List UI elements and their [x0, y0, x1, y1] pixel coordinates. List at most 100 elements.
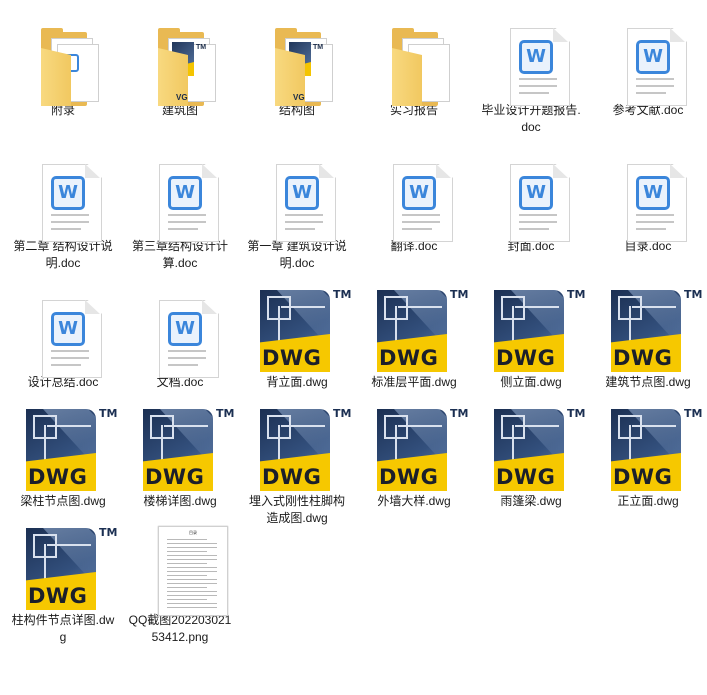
- preview-row: [167, 563, 207, 564]
- word-badge-icon: W: [402, 176, 436, 210]
- text-line: [636, 214, 674, 216]
- text-line: [168, 364, 198, 366]
- preview-row: [167, 587, 207, 588]
- dwg-line: [47, 425, 91, 427]
- word-document-icon: W: [241, 146, 353, 242]
- dwg-line: [515, 425, 559, 427]
- dwg-badge-text: DWG: [262, 346, 322, 370]
- text-line: [402, 221, 440, 223]
- dwg-badge-text: DWG: [613, 346, 673, 370]
- dwg-file-icon: DWG TM: [241, 282, 353, 374]
- file-item[interactable]: DWG TM 建筑节点图.dwg: [592, 282, 704, 391]
- file-item[interactable]: DWG TM 梁柱节点图.dwg: [7, 401, 119, 510]
- word-document-icon: W: [475, 10, 587, 106]
- text-line: [285, 214, 323, 216]
- file-item[interactable]: DWG TM 埋入式刚性柱脚构造成图.dwg: [241, 401, 353, 527]
- file-item[interactable]: W 毕业设计开题报告.doc: [475, 10, 587, 136]
- word-badge-icon: W: [51, 312, 85, 346]
- text-line: [636, 221, 674, 223]
- file-item[interactable]: DWG TM 标准层平面.dwg: [358, 282, 470, 391]
- dwg-mini-text: VG: [176, 93, 188, 102]
- file-item[interactable]: DWG TM 雨篷梁.dwg: [475, 401, 587, 510]
- tm-mark: TM: [216, 407, 235, 420]
- file-item[interactable]: W 文档.doc: [124, 282, 236, 391]
- tm-mark: TM: [333, 407, 352, 420]
- dwg-line: [44, 544, 46, 580]
- word-document-icon: W: [124, 282, 236, 378]
- tm-mark: TM: [333, 288, 352, 301]
- preview-row: [167, 599, 207, 600]
- dwg-badge-text: DWG: [28, 584, 88, 608]
- file-name: 外墙大样.dwg: [377, 494, 451, 508]
- tm-mark: TM: [313, 44, 324, 51]
- file-item[interactable]: TM VG 建筑图: [124, 10, 236, 119]
- file-item[interactable]: W 参考文献.doc: [592, 10, 704, 119]
- text-line: [402, 228, 432, 230]
- file-item[interactable]: DWG TM 侧立面.dwg: [475, 282, 587, 391]
- dwg-badge-text: DWG: [379, 346, 439, 370]
- image-thumbnail: 目录: [124, 520, 236, 616]
- file-name: 梁柱节点图.dwg: [20, 494, 106, 508]
- preview-title: 目录: [189, 530, 197, 535]
- preview-row: [167, 571, 217, 572]
- file-item[interactable]: W 目录.doc: [592, 146, 704, 255]
- page-fold: [553, 28, 568, 42]
- file-item[interactable]: W 第二章 结构设计说明.doc: [7, 146, 119, 272]
- text-line: [51, 364, 81, 366]
- text-line: [168, 228, 198, 230]
- text-line: [636, 85, 674, 87]
- dwg-badge-text: DWG: [379, 465, 439, 489]
- word-document-icon: W: [592, 10, 704, 106]
- dwg-line: [512, 306, 514, 342]
- dwg-line: [632, 425, 676, 427]
- word-badge-icon: W: [168, 312, 202, 346]
- file-item[interactable]: DWG TM 外墙大样.dwg: [358, 401, 470, 510]
- file-item[interactable]: TM VG 结构图: [241, 10, 353, 119]
- file-item[interactable]: DWG TM 楼梯详图.dwg: [124, 401, 236, 510]
- dwg-file-icon: DWG TM: [592, 282, 704, 374]
- word-badge-icon: W: [51, 176, 85, 210]
- file-name: 第一章 建筑设计说明.doc: [247, 239, 347, 270]
- dwg-mini-text: VG: [293, 93, 305, 102]
- file-name: 楼梯详图.dwg: [143, 494, 217, 508]
- text-line: [51, 214, 89, 216]
- dwg-badge-text: DWG: [28, 465, 88, 489]
- tm-mark: TM: [99, 407, 118, 420]
- file-name: 建筑节点图.dwg: [605, 375, 691, 389]
- word-document-icon: W: [7, 282, 119, 378]
- file-item[interactable]: DWG TM 正立面.dwg: [592, 401, 704, 510]
- dwg-badge-text: DWG: [496, 465, 556, 489]
- text-line: [51, 228, 81, 230]
- preview-row: [167, 591, 217, 592]
- file-item[interactable]: W 第一章 建筑设计说明.doc: [241, 146, 353, 272]
- tm-mark: TM: [567, 407, 586, 420]
- word-document-icon: W: [592, 146, 704, 242]
- text-line: [168, 221, 206, 223]
- file-item[interactable]: W 翻译.doc: [358, 146, 470, 255]
- file-name: QQ截图20220302153412.png: [128, 613, 232, 644]
- preview-row: [167, 567, 217, 568]
- file-item[interactable]: W 设计总结.doc: [7, 282, 119, 391]
- file-item[interactable]: 目录 QQ截图20220302153412.png: [124, 520, 236, 646]
- tm-mark: TM: [450, 288, 469, 301]
- folder-front: [392, 48, 422, 106]
- preview-row: [167, 595, 217, 596]
- dwg-line: [278, 425, 280, 461]
- file-item[interactable]: DWG TM 背立面.dwg: [241, 282, 353, 391]
- file-item[interactable]: 实习报告: [358, 10, 470, 119]
- file-item[interactable]: 附录: [7, 10, 119, 119]
- text-line: [51, 357, 89, 359]
- preview-row: [167, 603, 217, 604]
- file-item[interactable]: W 封面.doc: [475, 146, 587, 255]
- text-line: [168, 357, 206, 359]
- word-document-icon: W: [124, 146, 236, 242]
- file-item[interactable]: DWG TM 柱构件节点详图.dwg: [7, 520, 119, 646]
- dwg-line: [395, 425, 397, 461]
- text-line: [168, 214, 206, 216]
- preview-row: [167, 539, 207, 540]
- file-item[interactable]: W 第三章结构设计计算.doc: [124, 146, 236, 272]
- preview-row: [167, 551, 207, 552]
- folder-icon: [358, 10, 470, 106]
- dwg-line: [47, 544, 91, 546]
- dwg-line: [629, 425, 631, 461]
